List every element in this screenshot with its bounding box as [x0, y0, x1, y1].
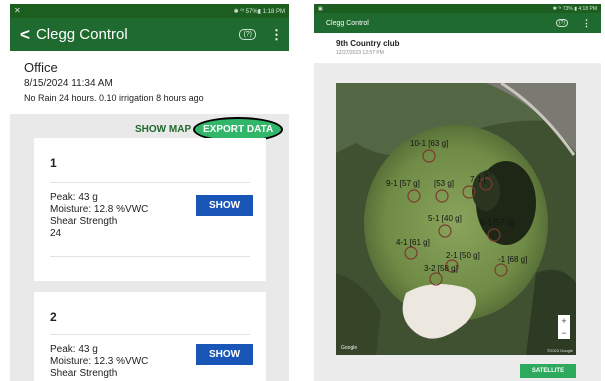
peak-reading: Peak: 43 g [50, 192, 98, 203]
map-copyright: ©2023 Google [547, 348, 573, 353]
card-divider [50, 256, 250, 257]
show-button[interactable]: SHOW [196, 195, 253, 216]
app-bar: Clegg Control (?) ⋮ [314, 13, 601, 33]
test-card: 2 Peak: 43 g Moisture: 12.3 %VWC Shear S… [34, 292, 266, 381]
map-pin-label[interactable]: 6-1 [57 g] [480, 218, 514, 227]
location-header: Office 8/15/2024 11:34 AM No Rain 24 hou… [10, 51, 289, 114]
satellite-map[interactable]: 10-1 [63 g] 9-1 [57 g] [53 g] 7-1 [ 6- 5… [336, 83, 576, 355]
map-pin-label[interactable]: 9-1 [57 g] [386, 179, 420, 188]
weather-summary: No Rain 24 hours. 0.10 irrigation 8 hour… [24, 93, 204, 103]
zoom-control: + − [558, 315, 570, 339]
moisture-reading: Moisture: 12.8 %VWC [50, 204, 149, 215]
left-phone-screen: ✕ ✱ ⁰ᵗ 57%▮ 1:18 PM < Clegg Control (?) … [10, 4, 289, 381]
map-pin-label[interactable]: 4-1 [61 g] [396, 238, 430, 247]
card-number: 2 [50, 310, 57, 324]
test-card: 1 Peak: 43 g Moisture: 12.8 %VWC Shear S… [34, 138, 266, 281]
card-readings: Peak: 43 g Moisture: 12.8 %VWC Shear Str… [50, 192, 148, 240]
more-menu-icon[interactable]: ⋮ [582, 18, 591, 28]
map-pin-label[interactable]: -1 [68 g] [498, 255, 527, 264]
location-name: Office [24, 60, 58, 75]
map-pin-label[interactable]: [53 g] [434, 179, 454, 188]
map-pin-label[interactable]: 5-1 [40 g] [428, 214, 462, 223]
shear-value: 24 [50, 228, 62, 239]
shear-label: Shear Strength [50, 216, 118, 227]
show-map-button[interactable]: SHOW MAP [135, 124, 191, 135]
map-pin-label[interactable]: 6- [484, 169, 491, 178]
map-pin-label[interactable]: 2-1 [50 g] [446, 251, 480, 260]
status-info: ✱ ⁰ᵗ 57%▮ 1:18 PM [233, 8, 285, 15]
back-arrow-icon[interactable]: < [20, 26, 30, 43]
status-bar: ▣ ✱ ⁰ᵗ 73% ▮ 4:18 PM [314, 4, 601, 13]
status-info: ✱ ⁰ᵗ 73% ▮ 4:18 PM [552, 5, 597, 12]
more-menu-icon[interactable]: ⋮ [270, 28, 283, 41]
club-name: 9th Country club [336, 39, 400, 48]
status-bar: ✕ ✱ ⁰ᵗ 57%▮ 1:18 PM [10, 4, 289, 18]
tools-icon: ✕ [14, 6, 21, 15]
zoom-in-button[interactable]: + [558, 315, 570, 327]
club-header: 9th Country club 12/27/2023 12:57 PM [314, 33, 601, 63]
satellite-toggle-button[interactable]: SATELLITE [520, 364, 576, 378]
map-pin-label[interactable]: 3-2 [58 g] [424, 264, 458, 273]
help-icon[interactable]: (?) [555, 19, 568, 27]
moisture-reading: Moisture: 12.3 %VWC [50, 356, 149, 367]
help-icon[interactable]: (?) [239, 29, 256, 40]
google-logo: Google [341, 345, 358, 351]
peak-reading: Peak: 43 g [50, 344, 98, 355]
right-phone-screen: ▣ ✱ ⁰ᵗ 73% ▮ 4:18 PM Clegg Control (?) ⋮… [314, 4, 601, 381]
show-button[interactable]: SHOW [196, 344, 253, 365]
app-title: Clegg Control [326, 19, 369, 27]
app-bar: < Clegg Control (?) ⋮ [10, 18, 289, 51]
notification-icon: ▣ [318, 5, 323, 12]
card-readings: Peak: 43 g Moisture: 12.3 %VWC Shear Str… [50, 344, 148, 380]
zoom-out-button[interactable]: − [558, 327, 570, 339]
card-divider [50, 334, 250, 335]
location-datetime: 8/15/2024 11:34 AM [24, 78, 113, 89]
app-title: Clegg Control [35, 26, 128, 43]
shear-label: Shear Strength [50, 368, 118, 379]
club-datetime: 12/27/2023 12:57 PM [336, 50, 384, 56]
card-divider [50, 182, 250, 183]
map-pin-label[interactable]: 10-1 [63 g] [410, 139, 448, 148]
card-number: 1 [50, 156, 57, 170]
